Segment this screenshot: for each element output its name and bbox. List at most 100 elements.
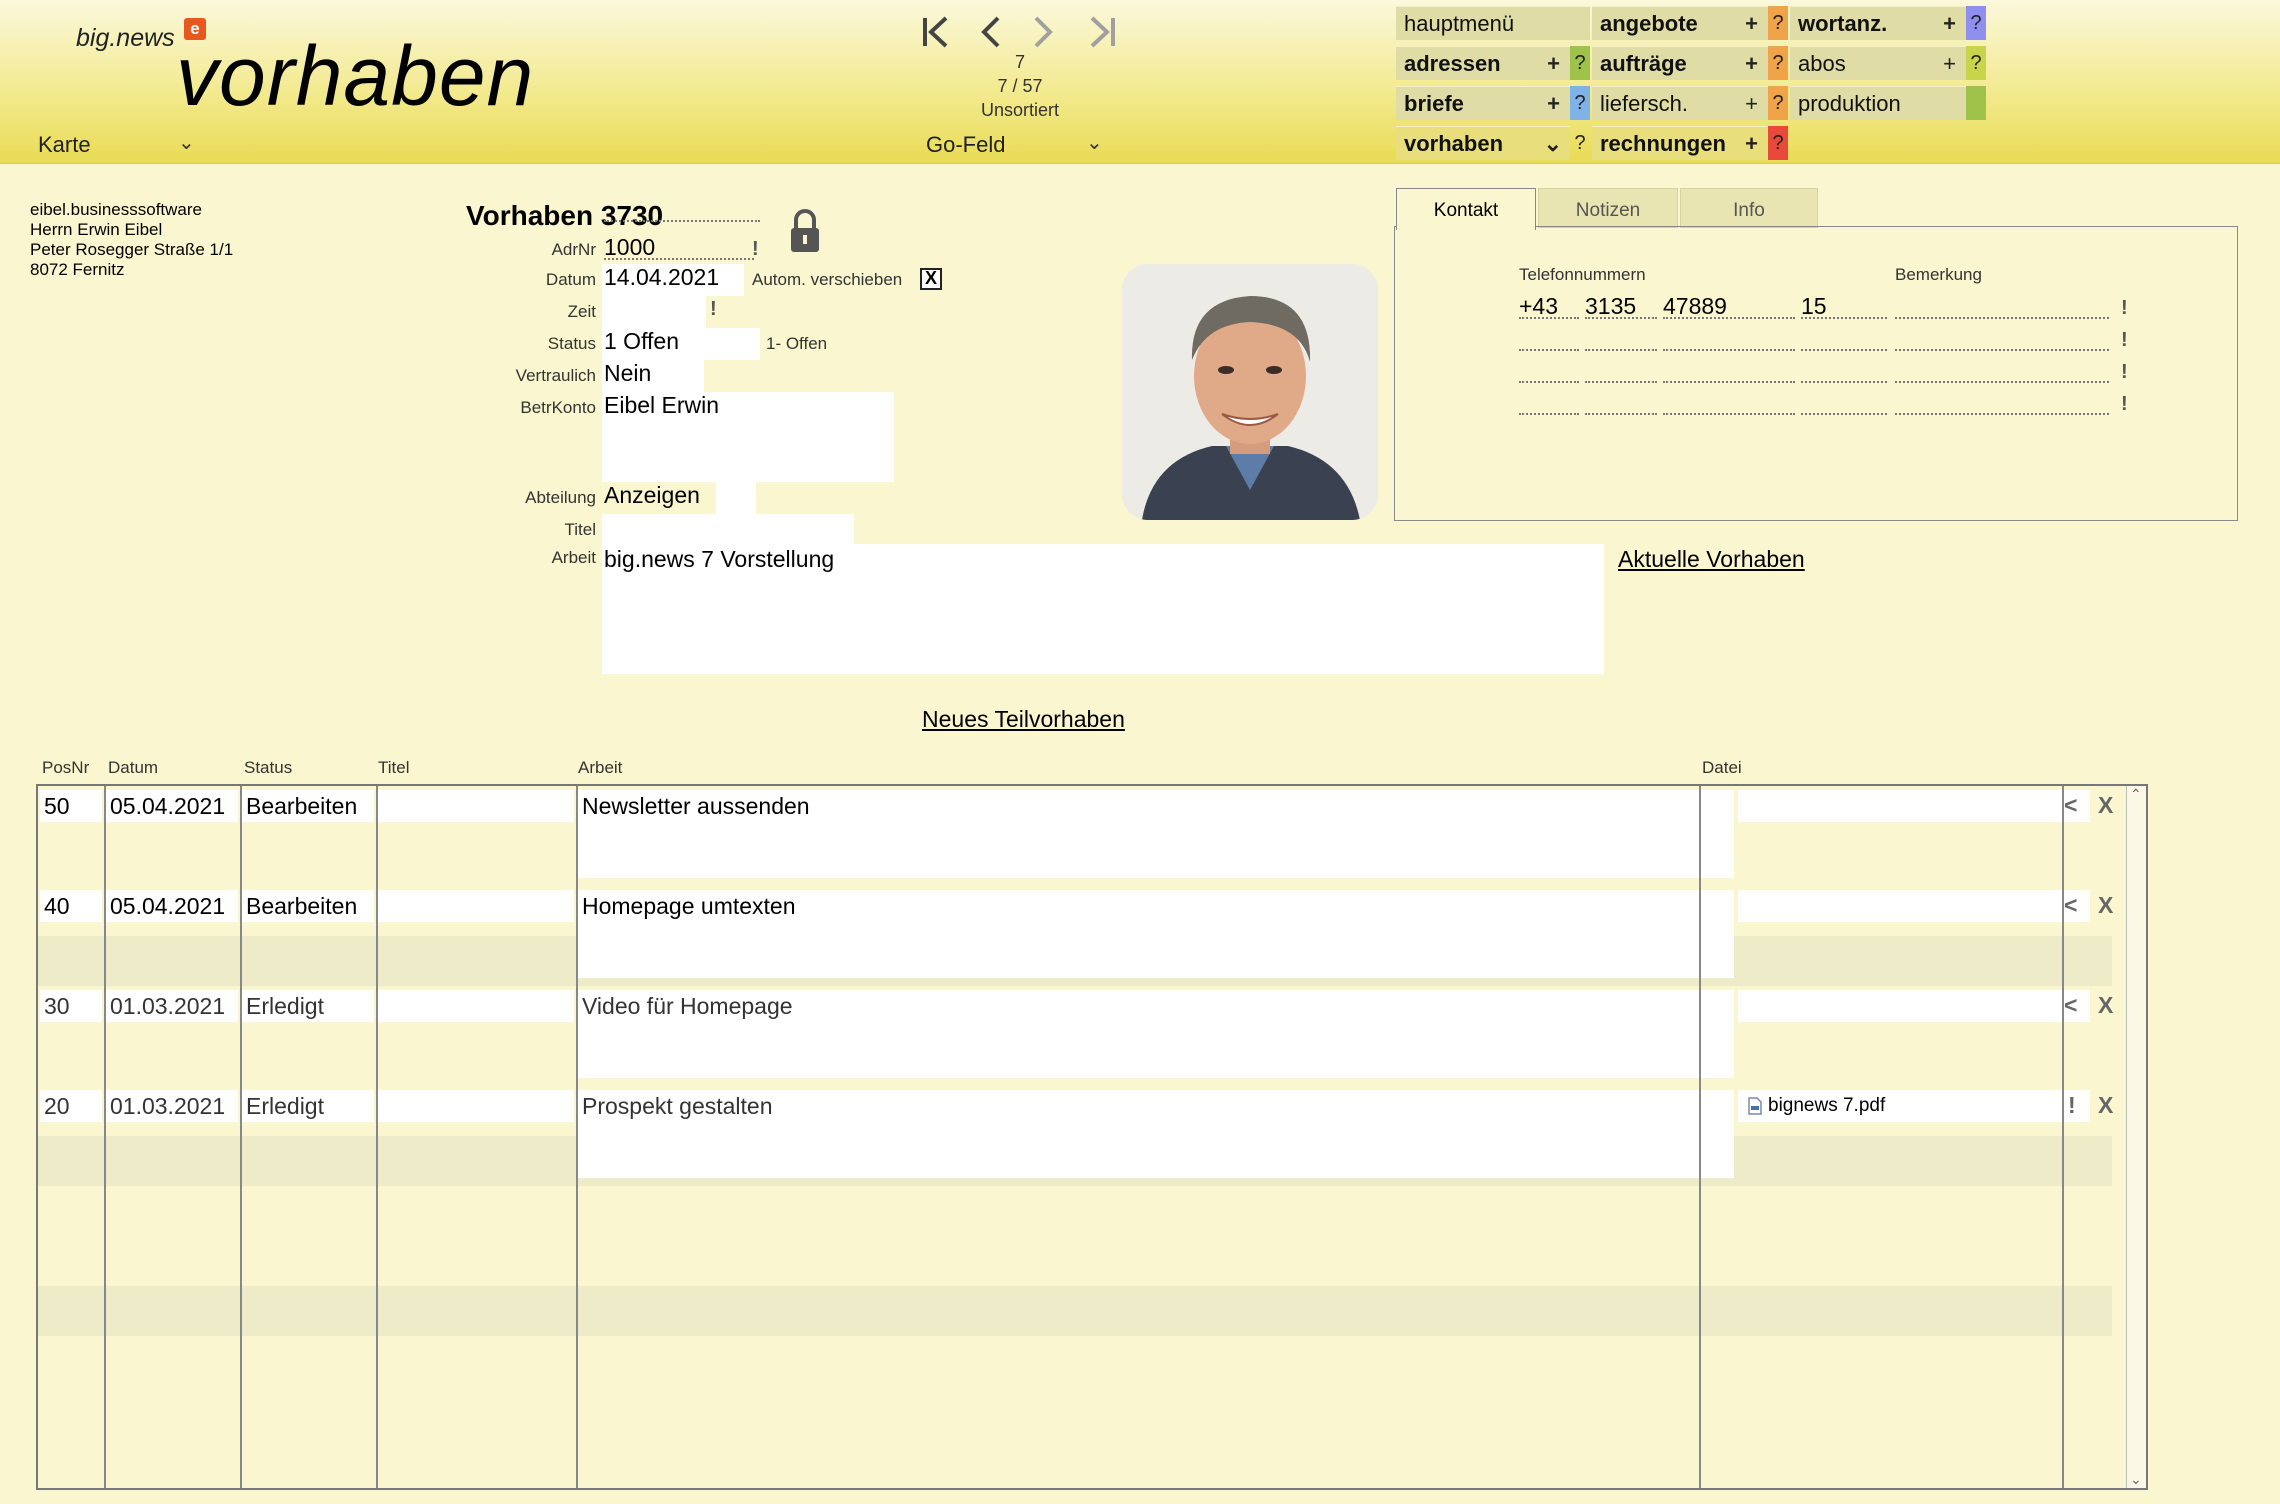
bemerkung-field-line[interactable] [1895,381,2109,383]
help-angebote-button[interactable]: ? [1768,6,1788,40]
arbeit-cell[interactable]: Video für Homepage [578,990,1734,1078]
phone-field-line[interactable] [1585,349,1657,351]
datei-cell[interactable] [1738,790,2090,822]
phone-field-line[interactable] [1585,381,1657,383]
bemerkung-field-line[interactable] [1895,413,2109,415]
vertraulich-field[interactable]: Nein [604,360,651,387]
next-record-icon[interactable] [1030,14,1056,50]
menu-wortanz[interactable]: wortanz. + [1790,6,1966,40]
phone-extension[interactable]: 15 [1801,293,1827,320]
phone-warning-icon[interactable]: ! [2121,329,2128,352]
go-field-select[interactable]: Go-Feld [926,132,1005,158]
add-angebot-button[interactable]: + [1745,7,1758,41]
chevron-down-icon[interactable]: ⌄ [178,130,195,155]
table-row[interactable]: 50 05.04.2021 Bearbeiten Newsletter auss… [38,786,2113,886]
last-record-icon[interactable] [1086,14,1118,50]
menu-auftraege[interactable]: aufträge + [1592,46,1768,80]
phone-field-line[interactable] [1801,413,1887,415]
help-auftraege-button[interactable]: ? [1768,46,1788,80]
datei-cell[interactable] [1738,990,2090,1022]
col-header-arbeit[interactable]: Arbeit [578,758,622,778]
phone-area[interactable]: 3135 [1585,293,1636,320]
datum-cell[interactable]: 01.03.2021 [106,990,238,1022]
phone-country[interactable]: +43 [1519,293,1558,320]
phone-field-line[interactable] [1663,381,1795,383]
titel-cell[interactable] [378,890,574,922]
menu-liefersch[interactable]: liefersch. + [1592,86,1768,120]
posnr-cell[interactable]: 20 [40,1090,102,1122]
table-row[interactable]: 40 05.04.2021 Bearbeiten Homepage umtext… [38,886,2113,986]
phone-field-line[interactable] [1663,413,1795,415]
titel-field[interactable] [602,514,854,544]
scroll-up-icon[interactable]: ⌃ [2130,786,2142,803]
adrnr-field[interactable]: 1000 [604,234,655,261]
help-liefersch-button[interactable]: ? [1768,86,1788,120]
file-warning-icon[interactable]: ! [2068,1092,2076,1119]
phone-field-line[interactable] [1585,413,1657,415]
add-lieferschein-button[interactable]: + [1745,87,1758,121]
status-field[interactable]: 1 Offen [604,328,679,355]
posnr-cell[interactable]: 30 [40,990,102,1022]
phone-warning-icon[interactable]: ! [2121,393,2128,416]
menu-briefe[interactable]: briefe + [1396,86,1570,120]
phone-field-line[interactable] [1519,381,1579,383]
col-header-posnr[interactable]: PosNr [42,758,89,778]
delete-row-button[interactable]: X [2098,992,2113,1019]
phone-number[interactable]: 47889 [1663,293,1727,320]
col-header-datei[interactable]: Datei [1702,758,1742,778]
phone-field-line[interactable] [1801,349,1887,351]
datum-field[interactable]: 14.04.2021 [604,264,719,291]
zeit-field[interactable] [602,296,706,328]
add-rechnung-button[interactable]: + [1745,127,1758,161]
titel-cell[interactable] [378,790,574,822]
table-row[interactable]: 20 01.03.2021 Erledigt Prospekt gestalte… [38,1086,2113,1186]
chevron-down-icon[interactable]: ⌄ [1086,130,1103,155]
datei-cell[interactable] [1738,890,2090,922]
betrkonto-field[interactable]: Eibel Erwin [604,392,719,419]
datum-cell[interactable]: 01.03.2021 [106,1090,238,1122]
chevron-down-icon[interactable]: ⌄ [1544,127,1562,161]
open-row-button[interactable]: < [2064,792,2077,819]
menu-abos[interactable]: abos + [1790,46,1966,80]
autom-verschieben-checkbox[interactable]: X [920,268,942,290]
abteilung-field[interactable]: Anzeigen [604,482,700,509]
table-row[interactable]: 30 01.03.2021 Erledigt Video für Homepag… [38,986,2113,1086]
datum-cell[interactable]: 05.04.2021 [106,790,238,822]
posnr-cell[interactable]: 40 [40,890,102,922]
help-wortanz-button[interactable]: ? [1966,6,1986,40]
menu-vorhaben[interactable]: vorhaben ⌄ [1396,126,1570,160]
add-auftrag-button[interactable]: + [1745,47,1758,81]
titel-cell[interactable] [378,990,574,1022]
bemerkung-field-line[interactable] [1895,349,2109,351]
arbeit-cell[interactable]: Homepage umtexten [578,890,1734,978]
status-cell[interactable]: Bearbeiten [242,890,374,922]
adrnr-warning-icon[interactable]: ! [752,238,759,261]
menu-angebote[interactable]: angebote + [1592,6,1768,40]
delete-row-button[interactable]: X [2098,792,2113,819]
help-abos-button[interactable]: ? [1966,46,1986,80]
add-adresse-button[interactable]: + [1547,47,1560,81]
col-header-datum[interactable]: Datum [108,758,158,778]
phone-warning-icon[interactable]: ! [2121,297,2128,320]
help-adressen-button[interactable]: ? [1570,46,1590,80]
col-header-titel[interactable]: Titel [378,758,410,778]
status-cell[interactable]: Bearbeiten [242,790,374,822]
arbeit-cell[interactable]: Prospekt gestalten [578,1090,1734,1178]
zeit-warning-icon[interactable]: ! [710,298,717,321]
add-abo-button[interactable]: + [1943,47,1956,81]
phone-field-line[interactable] [1519,349,1579,351]
status-cell[interactable]: Erledigt [242,990,374,1022]
delete-row-button[interactable]: X [2098,892,2113,919]
col-header-status[interactable]: Status [244,758,292,778]
open-row-button[interactable]: < [2064,892,2077,919]
menu-adressen[interactable]: adressen + [1396,46,1570,80]
table-scrollbar[interactable]: ⌃ ⌄ [2126,786,2146,1488]
help-rechnungen-button[interactable]: ? [1768,126,1788,160]
tab-kontakt[interactable]: Kontakt [1396,188,1536,230]
help-vorhaben-button[interactable]: ? [1570,126,1590,160]
datei-cell[interactable]: bignews 7.pdf [1738,1090,2090,1122]
help-briefe-button[interactable]: ? [1570,86,1590,120]
phone-warning-icon[interactable]: ! [2121,361,2128,384]
titel-cell[interactable] [378,1090,574,1122]
menu-rechnungen[interactable]: rechnungen + [1592,126,1768,160]
